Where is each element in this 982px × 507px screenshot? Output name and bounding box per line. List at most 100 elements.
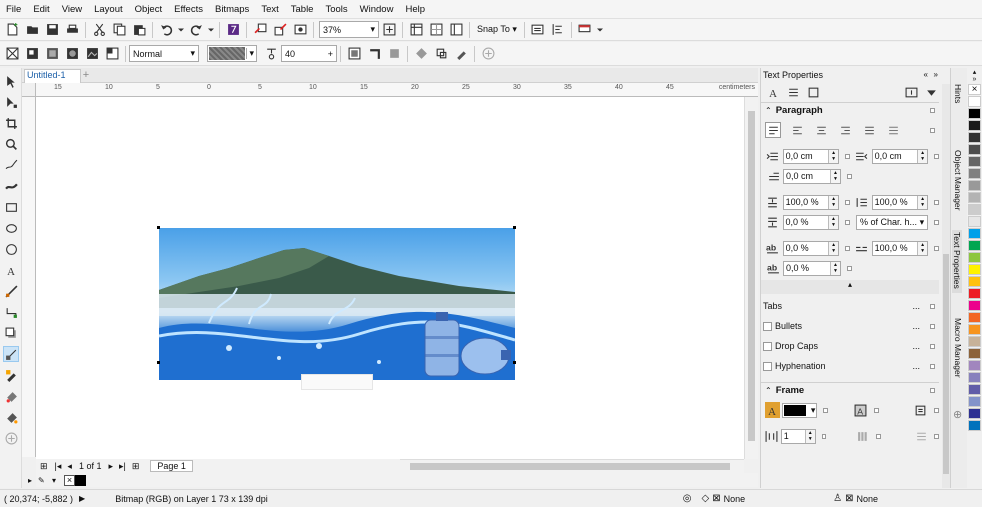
color-swatch[interactable] <box>968 420 981 431</box>
spinner-arrows[interactable]: ▲ ▼ <box>828 195 839 209</box>
left-indent-checkbox[interactable] <box>845 153 850 159</box>
frame-section-header[interactable]: ⌃ Frame <box>761 382 939 398</box>
space-before-checkbox[interactable] <box>845 199 850 205</box>
spacing-units-select[interactable]: % of Char. h... ▾ <box>855 214 929 230</box>
vertical-scroll-thumb[interactable] <box>748 111 755 441</box>
docker-pin-icon[interactable]: » <box>934 70 938 79</box>
columns-input[interactable]: 1 ▲ ▼ <box>780 428 816 444</box>
export-icon[interactable] <box>272 22 288 38</box>
frame-wrap-icon[interactable] <box>913 402 928 418</box>
color-swatch[interactable] <box>968 396 981 407</box>
docker-tab-text-properties[interactable]: Text Properties <box>952 230 962 293</box>
freeze-transparency-icon[interactable] <box>413 46 429 62</box>
alignment-checkbox[interactable] <box>930 127 935 133</box>
color-swatch[interactable] <box>968 336 981 347</box>
open-icon[interactable] <box>24 22 40 38</box>
menu-help[interactable]: Help <box>405 4 425 15</box>
docker-scroll-thumb[interactable] <box>943 254 949 474</box>
menu-tools[interactable]: Tools <box>325 4 347 15</box>
launch-icon[interactable] <box>577 22 593 38</box>
menu-layout[interactable]: Layout <box>94 4 123 15</box>
bitmap-image[interactable] <box>159 228 515 380</box>
menu-effects[interactable]: Effects <box>174 4 203 15</box>
redo-dropdown-icon[interactable] <box>208 22 214 38</box>
hyphenation-state-checkbox[interactable] <box>930 363 935 369</box>
add-page-after-icon[interactable]: ⊞ <box>132 461 140 472</box>
two-color-pattern-transparency-icon[interactable] <box>104 46 120 62</box>
color-swatch[interactable] <box>968 264 981 275</box>
horizontal-scroll-thumb[interactable] <box>410 463 730 470</box>
text-tool-icon[interactable]: A <box>3 262 19 278</box>
zoom-level-select[interactable]: 37% ▾ <box>319 21 379 38</box>
color-swatch[interactable] <box>968 120 981 131</box>
new-tab-plus-icon[interactable]: + <box>80 69 92 82</box>
no-color-swatch[interactable]: × <box>968 84 981 95</box>
docker-menu-icon[interactable] <box>923 84 939 100</box>
menu-view[interactable]: View <box>62 4 82 15</box>
color-swatch[interactable] <box>968 312 981 323</box>
color-swatch[interactable] <box>968 252 981 263</box>
shape-tool-icon[interactable] <box>3 94 19 110</box>
apply-all-icon[interactable] <box>386 46 402 62</box>
docker-scrollbar[interactable] <box>942 84 950 488</box>
color-swatch[interactable] <box>968 96 981 107</box>
transparency-value-input[interactable]: 40 + <box>281 45 337 62</box>
color-swatch[interactable] <box>968 276 981 287</box>
spacing-units-checkbox[interactable] <box>934 219 940 225</box>
new-document-icon[interactable] <box>4 22 20 38</box>
bullets-checkbox[interactable] <box>763 321 772 331</box>
align-distribute-icon[interactable] <box>550 22 566 38</box>
vertical-alignment-icon[interactable] <box>915 428 929 444</box>
no-transparency-icon[interactable] <box>4 46 20 62</box>
no-alignment-icon[interactable] <box>765 122 781 138</box>
docker-tab-object-manager[interactable]: Object Manager <box>953 150 963 212</box>
add-tool-icon[interactable] <box>3 430 19 446</box>
save-icon[interactable] <box>44 22 60 38</box>
horizontal-ruler[interactable]: 15 10 5 0 5 10 15 20 25 30 35 40 45 centimeters <box>36 83 758 97</box>
drawing-canvas[interactable] <box>36 97 744 459</box>
black-swatch[interactable] <box>75 474 86 486</box>
language-spacing-input[interactable]: 0,0 % ▲ ▼ <box>783 260 841 276</box>
space-after-input[interactable]: 0,0 % ▲ ▼ <box>782 214 840 230</box>
ruler-origin[interactable] <box>22 83 36 97</box>
section-checkbox[interactable] <box>930 388 935 393</box>
word-spacing-checkbox[interactable] <box>934 245 939 251</box>
guidelines-toggle-icon[interactable] <box>448 22 464 38</box>
apply-outline-icon[interactable] <box>366 46 382 62</box>
color-swatch[interactable] <box>968 132 981 143</box>
color-swatch[interactable] <box>968 288 981 299</box>
previous-page-icon[interactable]: ◂ <box>67 461 72 472</box>
frame-icon[interactable] <box>805 84 821 100</box>
selection-handle[interactable] <box>157 361 160 364</box>
color-swatch[interactable] <box>968 192 981 203</box>
page-tab[interactable]: Page 1 <box>150 460 193 472</box>
edit-transparency-icon[interactable] <box>453 46 469 62</box>
color-swatch[interactable] <box>968 348 981 359</box>
bullets-more-button[interactable]: ... <box>912 321 920 331</box>
freehand-tool-icon[interactable] <box>3 157 19 173</box>
crop-tool-icon[interactable] <box>3 115 19 131</box>
options-icon[interactable] <box>530 22 546 38</box>
uniform-transparency-icon[interactable] <box>24 46 40 62</box>
color-swatch[interactable] <box>968 324 981 335</box>
horizontal-scrollbar[interactable] <box>400 459 744 473</box>
force-justify-icon[interactable] <box>885 122 901 138</box>
menu-object[interactable]: Object <box>135 4 162 15</box>
spinner-arrows[interactable]: ▲ ▼ <box>830 261 840 275</box>
smart-fill-tool-icon[interactable] <box>3 409 19 425</box>
pick-tool-icon[interactable] <box>3 73 19 89</box>
next-page-icon[interactable]: ▸ <box>108 461 113 472</box>
eyedropper-icon[interactable]: ✎ <box>38 476 52 485</box>
align-center-icon[interactable] <box>813 122 829 138</box>
space-before-input[interactable]: 100,0 % ▲ ▼ <box>782 194 840 210</box>
search-content-icon[interactable] <box>225 22 241 38</box>
document-tab[interactable]: Untitled-1 <box>24 69 81 83</box>
snap-to-button[interactable]: Snap To ▾ <box>477 24 517 35</box>
vertical-ruler[interactable] <box>22 97 36 457</box>
ellipse-tool-icon[interactable] <box>3 220 19 236</box>
color-swatch[interactable] <box>968 228 981 239</box>
first-page-icon[interactable]: |◂ <box>55 461 62 472</box>
paragraph-section-header[interactable]: ⌃ Paragraph <box>761 102 939 118</box>
space-after-checkbox[interactable] <box>845 219 850 225</box>
left-indent-input[interactable]: 0,0 cm ▲ ▼ <box>782 148 840 164</box>
